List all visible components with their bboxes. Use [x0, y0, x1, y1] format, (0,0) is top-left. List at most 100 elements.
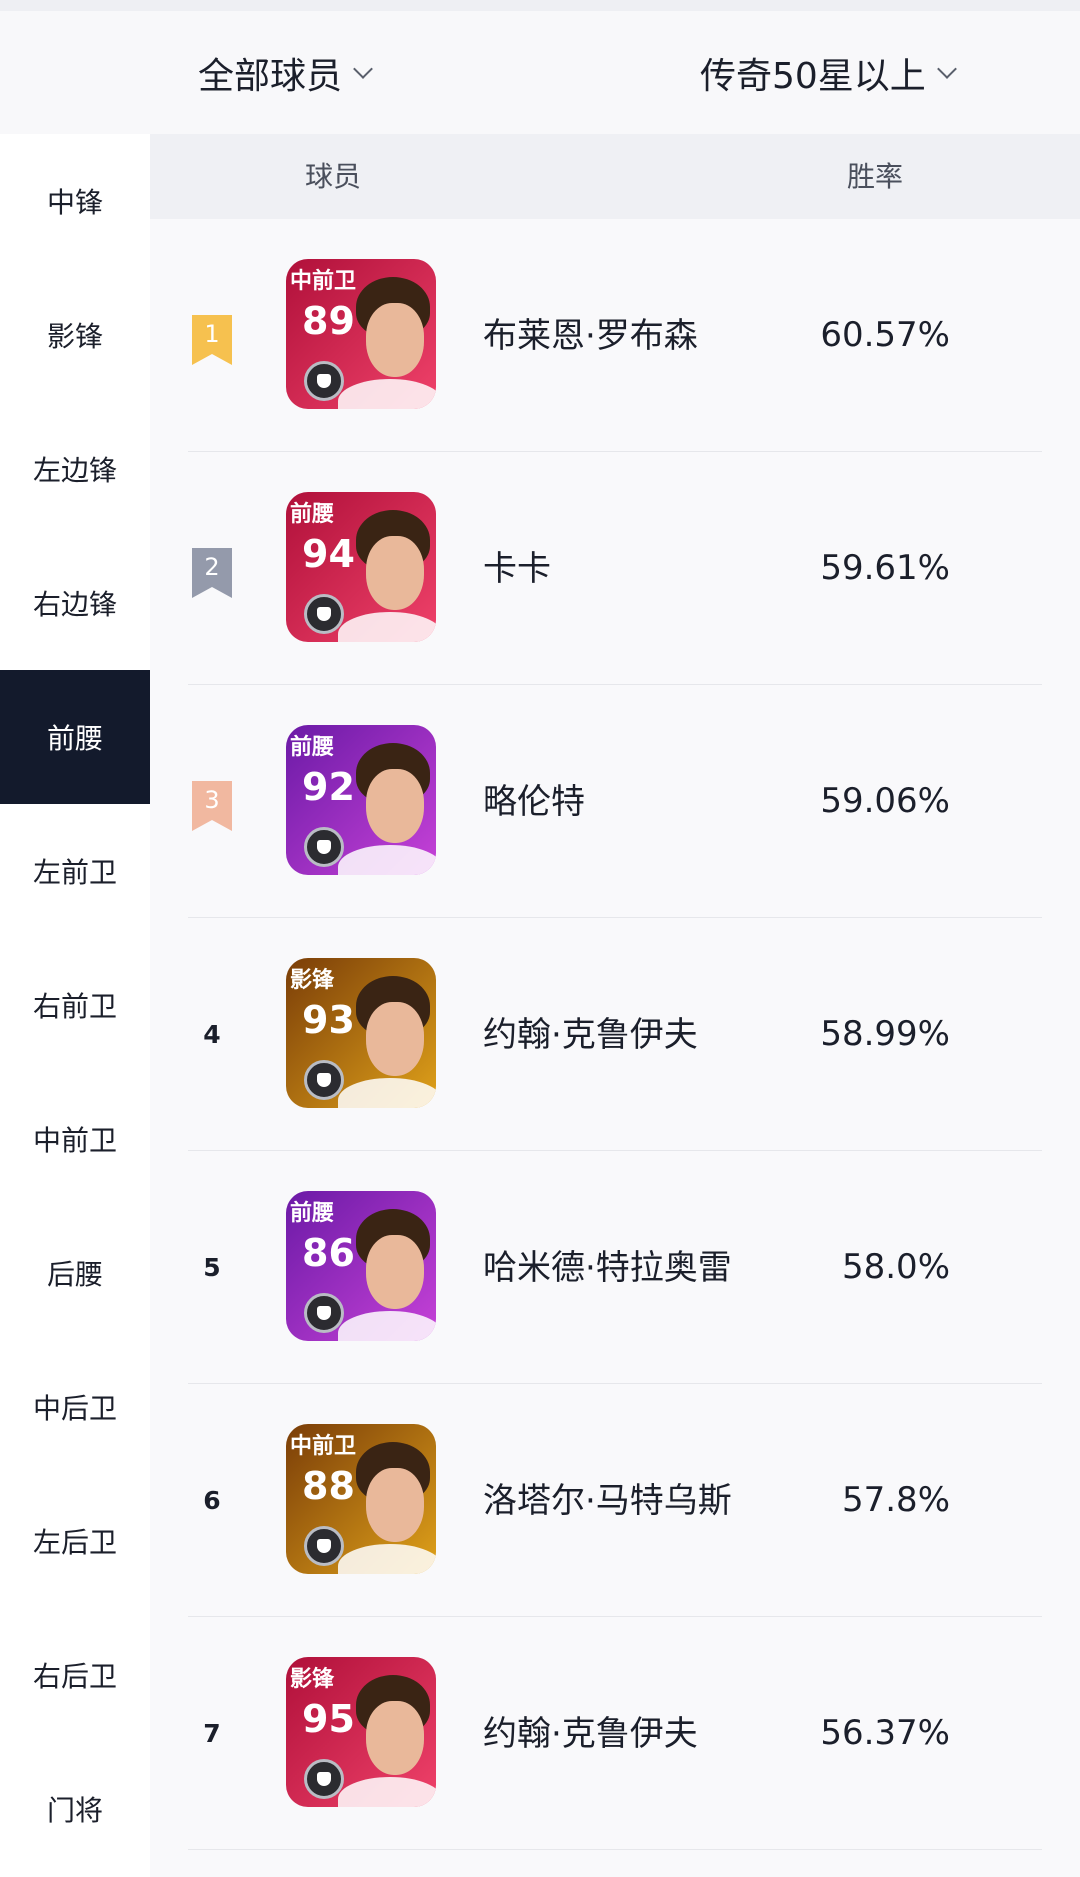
player-name-text: 洛塔尔·马特乌斯 [483, 1480, 732, 1521]
sidebar-item-position[interactable]: 门将 [0, 1742, 150, 1876]
card-position-label: 中前卫 [290, 269, 357, 294]
sidebar-item-position[interactable]: 中前卫 [0, 1072, 150, 1206]
column-header-player: 球员 [305, 160, 362, 193]
card-rating: 94 [302, 532, 355, 576]
player-name-text: 约翰·克鲁伊夫 [483, 1014, 698, 1055]
player-card[interactable]: 前腰 92 [286, 725, 436, 875]
sidebar-item-position[interactable]: 前腰 [0, 670, 150, 804]
rank-number: 5 [203, 1253, 221, 1282]
card-rating: 89 [302, 299, 355, 343]
sidebar-item-position[interactable]: 中锋 [0, 134, 150, 268]
rank-ribbon-badge: 2 [192, 548, 232, 598]
win-rate-value: 58.99% [820, 1014, 950, 1054]
player-list: 1 中前卫 89 布莱恩·罗布森 60.57% 2 前腰 94 卡卡 59.61… [150, 219, 1080, 1850]
card-position-label: 影锋 [290, 968, 335, 993]
player-shirt [338, 1544, 436, 1574]
card-rating: 86 [302, 1231, 355, 1275]
player-name[interactable]: 布莱恩·罗布森 [483, 219, 743, 452]
level-filter-dropdown[interactable]: 传奇50星以上 [700, 11, 957, 134]
card-rating: 93 [302, 998, 355, 1042]
player-name[interactable]: 哈米德·特拉奥雷 [483, 1151, 743, 1384]
player-shirt [338, 379, 436, 409]
level-filter-label: 传奇50星以上 [700, 55, 926, 97]
win-rate-value: 56.37% [820, 1713, 950, 1753]
card-position-label: 中前卫 [290, 1434, 357, 1459]
sidebar-item-position[interactable]: 左后卫 [0, 1474, 150, 1608]
player-card[interactable]: 影锋 95 [286, 1657, 436, 1807]
card-rating: 88 [302, 1464, 355, 1508]
table-header: 球员 胜率 [150, 134, 1080, 219]
player-card[interactable]: 中前卫 88 [286, 1424, 436, 1574]
legend-badge-icon [304, 827, 344, 867]
player-filter-label: 全部球员 [198, 55, 343, 97]
player-card[interactable]: 前腰 86 [286, 1191, 436, 1341]
player-shirt [338, 1777, 436, 1807]
player-shirt [338, 845, 436, 875]
rank-number: 6 [203, 1486, 221, 1515]
player-name[interactable]: 略伦特 [483, 685, 743, 918]
player-card[interactable]: 前腰 94 [286, 492, 436, 642]
ranking-panel: 球员 胜率 1 中前卫 89 布莱恩·罗布森 60.57% 2 前腰 94 卡卡… [150, 134, 1080, 1877]
position-sidebar: 中锋 影锋 左边锋 右边锋 前腰 左前卫 右前卫 中前卫 后腰 中后卫 左后卫 右后卫 门将 [0, 134, 150, 1877]
player-shirt [338, 612, 436, 642]
top-strip [0, 0, 1080, 11]
player-shirt [338, 1078, 436, 1108]
card-position-label: 前腰 [290, 1201, 335, 1226]
player-face [366, 1468, 424, 1542]
player-row[interactable]: 6 中前卫 88 洛塔尔·马特乌斯 57.8% [150, 1384, 1080, 1617]
player-name[interactable]: 约翰·克鲁伊夫 [483, 918, 743, 1151]
player-name[interactable]: 卡卡 [483, 452, 743, 685]
sidebar-item-position[interactable]: 影锋 [0, 268, 150, 402]
legend-badge-icon [304, 1526, 344, 1566]
player-face [366, 303, 424, 377]
player-name-text: 布莱恩·罗布森 [483, 315, 698, 356]
rank-number: 7 [203, 1719, 221, 1748]
sidebar-item-position[interactable]: 右后卫 [0, 1608, 150, 1742]
sidebar-item-position[interactable]: 后腰 [0, 1206, 150, 1340]
player-row[interactable]: 4 影锋 93 约翰·克鲁伊夫 58.99% [150, 918, 1080, 1151]
sidebar-item-position[interactable]: 左边锋 [0, 402, 150, 536]
player-row[interactable]: 7 影锋 95 约翰·克鲁伊夫 56.37% [150, 1617, 1080, 1850]
player-face [366, 1002, 424, 1076]
win-rate-value: 60.57% [820, 315, 950, 355]
card-rating: 92 [302, 765, 355, 809]
rank-ribbon-badge: 1 [192, 315, 232, 365]
player-name-text: 略伦特 [483, 781, 585, 822]
player-face [366, 536, 424, 610]
sidebar-item-position[interactable]: 右边锋 [0, 536, 150, 670]
player-card[interactable]: 影锋 93 [286, 958, 436, 1108]
player-row[interactable]: 2 前腰 94 卡卡 59.61% [150, 452, 1080, 685]
legend-badge-icon [304, 594, 344, 634]
filter-bar: 全部球员 传奇50星以上 [0, 11, 1080, 134]
player-row[interactable]: 1 中前卫 89 布莱恩·罗布森 60.57% [150, 219, 1080, 452]
player-name[interactable]: 约翰·克鲁伊夫 [483, 1617, 743, 1850]
player-row[interactable]: 5 前腰 86 哈米德·特拉奥雷 58.0% [150, 1151, 1080, 1384]
legend-badge-icon [304, 1293, 344, 1333]
win-rate-value: 59.61% [820, 548, 950, 588]
column-header-win-rate: 胜率 [847, 160, 904, 193]
player-face [366, 1701, 424, 1775]
legend-badge-icon [304, 1060, 344, 1100]
sidebar-item-position[interactable]: 中后卫 [0, 1340, 150, 1474]
card-position-label: 影锋 [290, 1667, 335, 1692]
player-filter-dropdown[interactable]: 全部球员 [198, 11, 373, 134]
win-rate-value: 59.06% [820, 781, 950, 821]
legend-badge-icon [304, 1759, 344, 1799]
player-face [366, 769, 424, 843]
player-card[interactable]: 中前卫 89 [286, 259, 436, 409]
player-row[interactable]: 3 前腰 92 略伦特 59.06% [150, 685, 1080, 918]
sidebar-item-position[interactable]: 右前卫 [0, 938, 150, 1072]
player-name[interactable]: 洛塔尔·马特乌斯 [483, 1384, 743, 1617]
chevron-down-icon [353, 58, 373, 79]
sidebar-item-position[interactable]: 左前卫 [0, 804, 150, 938]
chevron-down-icon [936, 58, 957, 79]
win-rate-value: 58.0% [841, 1247, 950, 1287]
card-position-label: 前腰 [290, 735, 335, 760]
player-face [366, 1235, 424, 1309]
card-position-label: 前腰 [290, 502, 335, 527]
legend-badge-icon [304, 361, 344, 401]
player-shirt [338, 1311, 436, 1341]
player-name-text: 哈米德·特拉奥雷 [483, 1247, 732, 1288]
card-rating: 95 [302, 1697, 355, 1741]
rank-ribbon-badge: 3 [192, 781, 232, 831]
